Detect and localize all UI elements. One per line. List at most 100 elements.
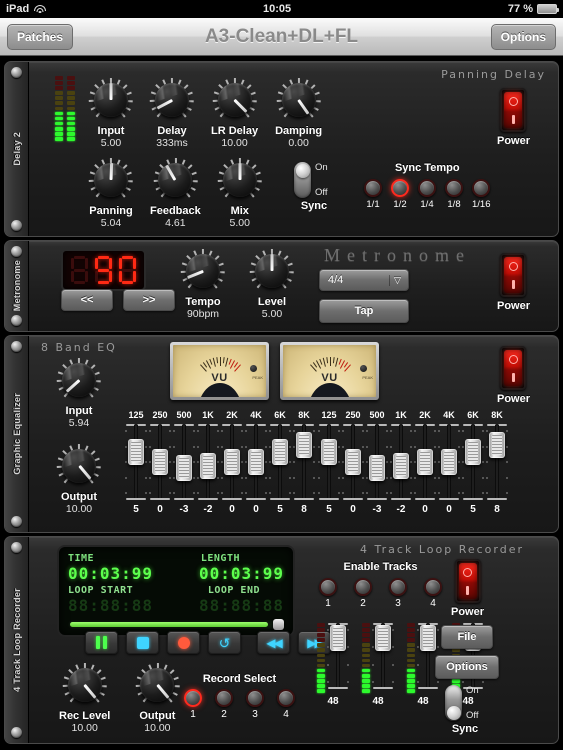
knob-tempo[interactable]: Tempo 90bpm bbox=[180, 248, 226, 320]
knob-dial[interactable] bbox=[217, 157, 262, 202]
knob-eq-input[interactable]: Input 5.94 bbox=[56, 357, 102, 429]
eq-slider-handle[interactable] bbox=[417, 449, 433, 475]
led-icon[interactable] bbox=[215, 689, 233, 707]
tempo-next-button[interactable]: >> bbox=[123, 289, 175, 311]
eq-band-4k[interactable]: 4K 0 bbox=[437, 410, 461, 515]
knob-dial[interactable] bbox=[62, 662, 107, 707]
file-button[interactable]: File bbox=[441, 625, 493, 649]
sync-tempo-1-4[interactable]: 1/4 bbox=[418, 179, 436, 210]
options-button[interactable]: Options bbox=[490, 23, 556, 50]
record-select-4[interactable]: 4 bbox=[277, 689, 295, 720]
knob-dial[interactable] bbox=[56, 357, 102, 402]
eq-band-1k[interactable]: 1K -2 bbox=[196, 410, 220, 515]
eq-slider-handle[interactable] bbox=[465, 438, 481, 465]
enable-track-1[interactable]: 1 bbox=[319, 578, 337, 609]
eq-slider-handle[interactable] bbox=[296, 432, 312, 459]
eq-slider[interactable] bbox=[462, 424, 484, 500]
knob-damping[interactable]: Damping 0.00 bbox=[275, 77, 322, 149]
track-fader-2[interactable]: 48 bbox=[362, 623, 394, 707]
sync-tempo-1-1[interactable]: 1/1 bbox=[364, 179, 382, 210]
knob-dial[interactable] bbox=[153, 157, 198, 202]
knob-delay-time[interactable]: Delay 333ms bbox=[149, 77, 195, 149]
eq-slider-handle[interactable] bbox=[393, 453, 409, 480]
record-select-3[interactable]: 3 bbox=[246, 689, 264, 720]
eq-band-8k[interactable]: 8K 8 bbox=[292, 410, 316, 515]
track-fader-1[interactable]: 48 bbox=[317, 623, 349, 707]
track-slider-handle[interactable] bbox=[420, 625, 436, 651]
eq-slider-handle[interactable] bbox=[176, 455, 192, 482]
led-icon[interactable] bbox=[364, 179, 382, 197]
eq-slider-handle[interactable] bbox=[272, 438, 288, 465]
knob-dial[interactable] bbox=[149, 77, 195, 122]
sync-tempo-1-16[interactable]: 1/16 bbox=[472, 179, 491, 210]
led-icon[interactable] bbox=[184, 689, 202, 707]
sync-tempo-1-2[interactable]: 1/2 bbox=[391, 179, 409, 210]
eq-band-125[interactable]: 125 5 bbox=[317, 410, 341, 515]
eq-power[interactable]: Power bbox=[497, 346, 530, 405]
eq-band-125[interactable]: 125 5 bbox=[124, 410, 148, 515]
knob-dial[interactable] bbox=[249, 248, 295, 293]
enable-track-4[interactable]: 4 bbox=[424, 578, 442, 609]
eq-slider[interactable] bbox=[293, 424, 315, 500]
loop-position-slider[interactable] bbox=[68, 619, 284, 630]
enable-track-2[interactable]: 2 bbox=[354, 578, 372, 609]
eq-band-500[interactable]: 500 -3 bbox=[172, 410, 196, 515]
track-slider[interactable] bbox=[327, 623, 349, 689]
eq-slider-handle[interactable] bbox=[321, 438, 337, 465]
knob-dial[interactable] bbox=[56, 443, 102, 488]
eq-slider-handle[interactable] bbox=[369, 455, 385, 482]
led-icon[interactable] bbox=[445, 179, 463, 197]
eq-band-2k[interactable]: 2K 0 bbox=[220, 410, 244, 515]
knob-rec-level[interactable]: Rec Level 10.00 bbox=[59, 662, 110, 734]
knob-panning[interactable]: Panning 5.04 bbox=[88, 157, 134, 229]
eq-slider-handle[interactable] bbox=[441, 449, 457, 475]
pause-button[interactable] bbox=[85, 631, 118, 654]
eq-slider[interactable] bbox=[486, 424, 508, 500]
eq-band-250[interactable]: 250 0 bbox=[341, 410, 365, 515]
eq-slider[interactable] bbox=[197, 424, 219, 500]
tap-button[interactable]: Tap bbox=[319, 299, 409, 323]
power-switch[interactable] bbox=[500, 88, 527, 132]
eq-slider[interactable] bbox=[269, 424, 291, 500]
knob-delay-input[interactable]: Input 5.00 bbox=[88, 77, 134, 149]
knob-metronome-level[interactable]: Level 5.00 bbox=[249, 248, 295, 320]
eq-slider-handle[interactable] bbox=[224, 449, 240, 475]
knob-mix[interactable]: Mix 5.00 bbox=[217, 157, 262, 229]
led-icon[interactable] bbox=[472, 179, 490, 197]
knob-lr-delay[interactable]: LR Delay 10.00 bbox=[211, 77, 258, 149]
sync-toggle[interactable] bbox=[445, 685, 462, 721]
eq-slider[interactable] bbox=[390, 424, 412, 500]
eq-slider[interactable] bbox=[342, 424, 364, 500]
stop-button[interactable] bbox=[126, 631, 159, 654]
knob-dial[interactable] bbox=[88, 77, 134, 122]
looper-power[interactable]: Power bbox=[451, 559, 484, 618]
eq-band-250[interactable]: 250 0 bbox=[148, 410, 172, 515]
eq-slider-handle[interactable] bbox=[345, 449, 361, 475]
delay-power[interactable]: Power bbox=[497, 88, 530, 147]
eq-band-8k[interactable]: 8K 8 bbox=[485, 410, 509, 515]
knob-dial[interactable] bbox=[276, 77, 321, 122]
knob-eq-output[interactable]: Output 10.00 bbox=[56, 443, 102, 515]
eq-band-4k[interactable]: 4K 0 bbox=[244, 410, 268, 515]
knob-dial[interactable] bbox=[88, 157, 134, 202]
record-select-2[interactable]: 2 bbox=[215, 689, 233, 720]
eq-band-1k[interactable]: 1K -2 bbox=[389, 410, 413, 515]
led-icon[interactable] bbox=[277, 689, 295, 707]
eq-slider-handle[interactable] bbox=[152, 449, 168, 475]
eq-band-2k[interactable]: 2K 0 bbox=[413, 410, 437, 515]
tempo-prev-button[interactable]: << bbox=[61, 289, 113, 311]
record-button[interactable] bbox=[167, 631, 200, 654]
eq-band-6k[interactable]: 6K 5 bbox=[268, 410, 292, 515]
led-icon[interactable] bbox=[418, 179, 436, 197]
power-switch[interactable] bbox=[500, 253, 527, 297]
eq-slider[interactable] bbox=[414, 424, 436, 500]
power-switch[interactable] bbox=[454, 559, 481, 603]
eq-slider[interactable] bbox=[438, 424, 460, 500]
eq-slider-handle[interactable] bbox=[200, 453, 216, 480]
loop-position-handle[interactable] bbox=[273, 619, 284, 630]
led-icon[interactable] bbox=[389, 578, 407, 596]
delay-sync-switch[interactable]: On Off Sync bbox=[294, 162, 334, 212]
sync-tempo-1-8[interactable]: 1/8 bbox=[445, 179, 463, 210]
knob-dial[interactable] bbox=[212, 77, 257, 122]
record-select-1[interactable]: 1 bbox=[184, 689, 202, 720]
